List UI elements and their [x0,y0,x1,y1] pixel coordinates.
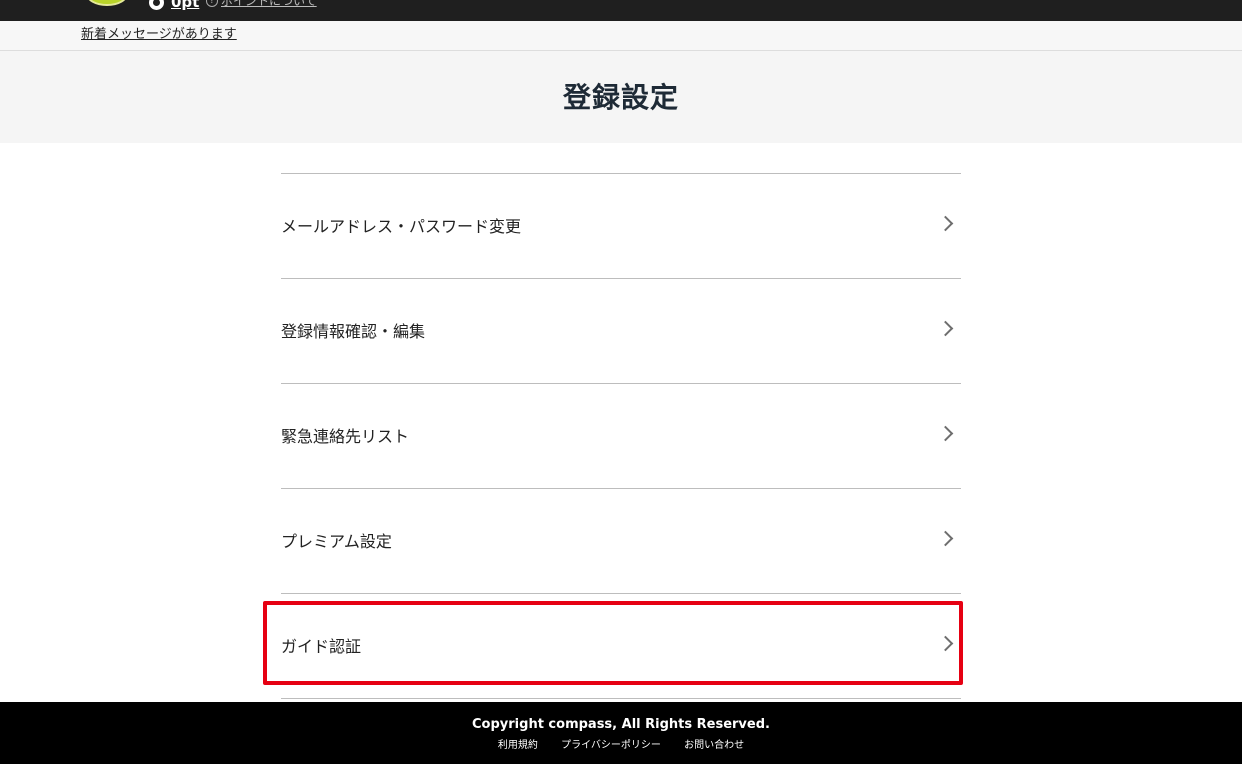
settings-menu: メールアドレス・パスワード変更 登録情報確認・編集 緊急連絡先リスト プレミアム… [281,173,961,699]
contact-link[interactable]: お問い合わせ [684,739,744,753]
menu-item-emergency-contacts[interactable]: 緊急連絡先リスト [281,384,961,489]
menu-item-label: プレミアム設定 [281,532,392,551]
menu-item-guide-verification[interactable]: ガイド認証 [281,594,961,699]
menu-item-label: 緊急連絡先リスト [281,427,410,446]
chevron-right-icon [937,635,954,652]
footer: Copyright compass, All Rights Reserved. … [0,702,1242,764]
page-header: 登録設定 [0,51,1242,143]
notice-bar: 新着メッセージがあります [0,21,1242,51]
privacy-policy-link[interactable]: プライバシーポリシー [561,739,661,753]
chevron-right-icon [937,425,954,442]
copyright-text: Copyright compass, All Rights Reserved. [472,717,770,732]
menu-item-registration-info[interactable]: 登録情報確認・編集 [281,279,961,384]
new-message-link[interactable]: 新着メッセージがあります [81,27,237,43]
points-help-link[interactable]: ポイントについて [221,0,317,9]
coin-icon [149,0,164,10]
page-title: 登録設定 [562,81,679,114]
chevron-right-icon [937,320,954,337]
menu-item-label: 登録情報確認・編集 [281,322,426,341]
menu-item-label: メールアドレス・パスワード変更 [281,217,522,236]
chevron-right-icon [937,215,954,232]
avatar[interactable] [86,0,128,6]
chevron-right-icon [937,530,954,547]
footer-links: 利用規約 プライバシーポリシー お問い合わせ [0,739,1242,753]
question-circle-icon: ? [206,0,218,7]
top-navigation-bar: 0pt ? ポイントについて [0,0,1242,21]
terms-link[interactable]: 利用規約 [498,739,538,753]
points-balance-link[interactable]: 0pt [171,0,199,11]
menu-item-premium-settings[interactable]: プレミアム設定 [281,489,961,594]
menu-item-email-password[interactable]: メールアドレス・パスワード変更 [281,174,961,279]
menu-item-label: ガイド認証 [281,637,362,656]
